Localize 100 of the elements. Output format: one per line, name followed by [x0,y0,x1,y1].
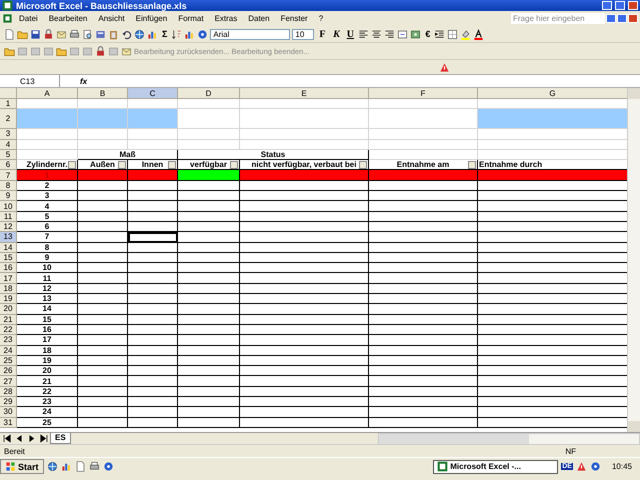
taskbar-button[interactable]: Microsoft Excel -... [433,460,558,474]
open-folder-icon[interactable] [56,46,67,56]
restore-button[interactable] [617,14,627,23]
row-header[interactable]: 11 [0,212,17,222]
row-header[interactable]: 1 [0,99,17,110]
horizontal-scrollbar[interactable] [378,432,640,444]
row-header[interactable]: 24 [0,346,17,356]
row-header[interactable]: 14 [0,242,17,253]
windows-flag-icon[interactable] [5,461,16,472]
globe-icon[interactable] [46,461,58,472]
filter-dropdown[interactable] [68,161,76,170]
open-folder-icon[interactable] [17,28,28,40]
row-header[interactable]: 2 [0,109,17,130]
filter-dropdown[interactable] [230,161,238,170]
row-header[interactable]: 30 [0,407,17,418]
row-header[interactable]: 25 [0,356,17,366]
warning-icon[interactable] [439,62,450,72]
column-header[interactable]: G [478,88,627,99]
merge-cells-icon[interactable] [397,28,408,40]
currency-icon[interactable] [410,28,422,40]
padlock-icon[interactable] [95,46,106,56]
bar-chart-icon[interactable] [60,461,72,472]
underline-button[interactable]: U [344,28,356,40]
bold-button[interactable]: F [316,28,328,40]
menu-item[interactable]: Fenster [276,14,313,23]
clipboard-icon[interactable] [108,28,119,40]
align-right-icon[interactable] [384,28,396,40]
sheet-tab[interactable]: ES [50,433,71,444]
save-icon[interactable] [30,28,41,40]
undo-icon[interactable] [121,28,132,40]
preview-icon[interactable] [82,28,93,40]
start-button[interactable]: Start [0,459,44,474]
vertical-scrollbar[interactable] [627,88,640,432]
borders-icon[interactable] [447,28,458,40]
font-size-dropdown[interactable]: 10 [292,28,314,40]
column-header[interactable]: F [369,88,478,99]
excel-icon[interactable] [437,461,448,472]
new-document-icon[interactable] [4,28,15,40]
row-header[interactable]: 27 [0,376,17,387]
help-icon[interactable] [590,461,601,472]
autosum-button[interactable]: Σ [160,29,170,39]
row-header[interactable]: 29 [0,397,17,408]
first-sheet-icon[interactable] [2,433,13,444]
font-color-icon[interactable] [473,28,484,40]
row-header[interactable]: 7 [0,170,17,181]
padlock-icon[interactable] [43,28,54,40]
row-header[interactable]: 6 [0,160,17,170]
menu-item[interactable]: Ansicht [93,14,130,23]
filter-dropdown[interactable] [168,161,176,170]
excel-icon[interactable] [2,0,13,11]
menu-item[interactable]: Datei [14,14,43,23]
help-search-field[interactable]: Frage hier eingeben [511,13,605,24]
menu-item[interactable]: Einfügen [130,14,172,23]
envelope-icon[interactable] [121,46,132,56]
row-header[interactable]: 18 [0,284,17,294]
row-header[interactable]: 21 [0,314,17,325]
row-header[interactable]: 4 [0,140,17,150]
insert-function-button[interactable]: fx [60,76,94,86]
name-box[interactable]: C13 [0,75,60,87]
fill-color-icon[interactable] [460,28,472,40]
row-header[interactable]: 9 [0,191,17,202]
open-folder-icon[interactable] [4,46,15,56]
row-header[interactable]: 26 [0,366,17,376]
column-header[interactable]: B [78,88,128,99]
column-header[interactable]: E [240,88,369,99]
row-header[interactable]: 23 [0,335,17,346]
row-header[interactable]: 5 [0,150,17,160]
font-dropdown[interactable]: Arial [210,28,290,40]
column-header[interactable]: D [178,88,240,99]
filter-dropdown[interactable] [468,161,476,170]
filter-dropdown[interactable] [359,161,367,170]
row-header[interactable]: 10 [0,201,17,212]
help-icon[interactable] [102,461,114,472]
maximize-button[interactable] [615,1,625,10]
italic-button[interactable]: K [330,28,342,40]
row-header[interactable]: 13 [0,232,17,243]
globe-icon[interactable] [134,28,145,40]
column-header[interactable]: C [128,88,178,99]
row-header[interactable]: 20 [0,304,17,315]
row-header[interactable]: 28 [0,386,17,398]
row-header[interactable]: 8 [0,180,17,192]
menu-item[interactable]: Daten [243,14,275,23]
column-header[interactable]: A [17,88,78,99]
printer-icon[interactable] [69,28,80,40]
row-header[interactable]: 3 [0,129,17,140]
spellcheck-icon[interactable] [95,28,106,40]
menu-item[interactable]: Bearbeiten [44,14,92,23]
menu-item[interactable]: ? [314,14,328,23]
row-header[interactable]: 31 [0,418,17,428]
row-header[interactable]: 19 [0,294,17,304]
new-document-icon[interactable] [74,461,86,472]
align-left-icon[interactable] [358,28,370,40]
help-icon[interactable] [197,28,208,40]
sort-icon[interactable] [171,28,182,40]
align-center-icon[interactable] [371,28,382,40]
last-sheet-icon[interactable] [38,433,49,444]
row-header[interactable]: 12 [0,222,17,232]
row-header[interactable]: 22 [0,324,17,336]
workbook-icon[interactable] [2,13,13,24]
euro-button[interactable]: € [423,29,432,39]
